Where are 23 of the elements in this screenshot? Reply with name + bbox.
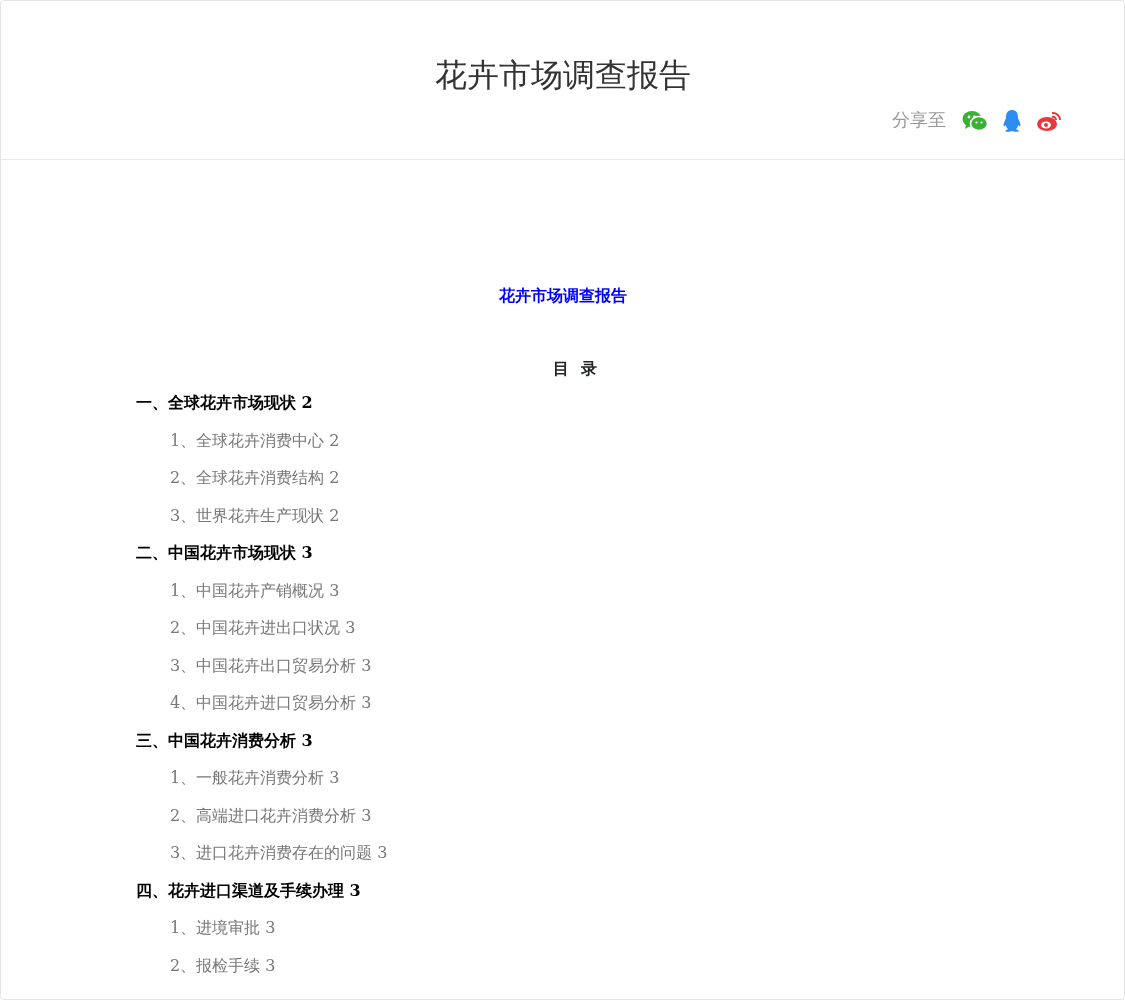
toc-section: 二、中国花卉市场现状 3 [136,543,313,562]
toc-subsection: 1、进境审批 3 [170,918,276,937]
toc-section: 一、全球花卉市场现状 2 [136,393,313,412]
toc-subsection: 2、高端进口花卉消费分析 3 [170,805,372,825]
share-label: 分享至 [892,109,946,132]
page-title: 花卉市场调查报告 [433,56,692,95]
toc-heading: 目 录 [552,358,598,380]
toc-section: 四、花卉进口渠道及手续办理 3 [136,880,361,900]
toc-subsection: 3、中国花卉出口贸易分析 3 [170,655,372,675]
toc-section: 三、中国花卉消费分析 3 [136,730,313,750]
document-title-link[interactable]: 花卉市场调查报告 [1,278,1124,314]
toc-subsection: 2、报检手续 3 [170,955,276,975]
eye-swirl-icon[interactable] [1036,109,1062,132]
toc-subsection: 1、中国花卉产销概况 3 [170,580,340,600]
penguin-icon[interactable] [1002,108,1022,133]
toc-subsection: 4、中国花卉进口贸易分析 3 [170,693,372,712]
toc-subsection: 3、世界花卉生产现状 2 [170,505,340,525]
chat-bubbles-icon[interactable] [962,109,988,132]
toc-subsection: 2、中国花卉进出口状况 3 [170,618,356,637]
toc-subsection: 1、全球花卉消费中心 2 [170,430,340,450]
toc-subsection: 3、进口花卉消费存在的问题 3 [170,843,388,862]
toc-subsection: 1、一般花卉消费分析 3 [170,768,340,787]
toc-subsection: 2、全球花卉消费结构 2 [170,468,340,487]
